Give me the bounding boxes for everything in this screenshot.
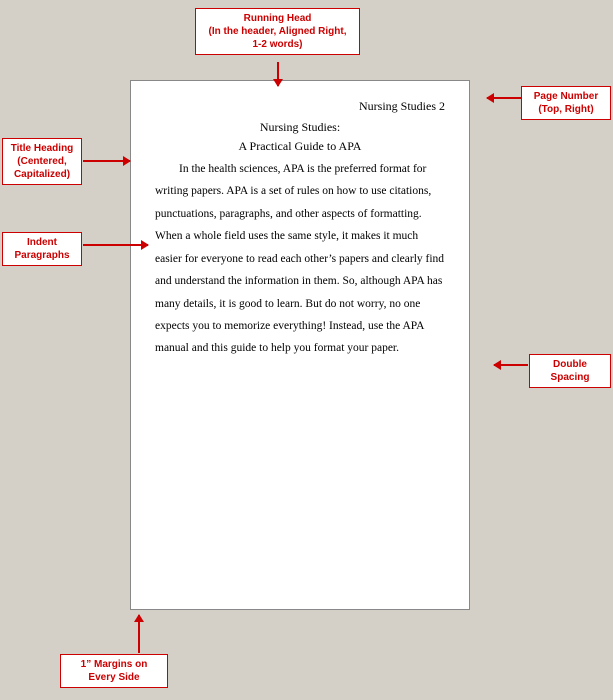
subtitle-text: A Practical Guide to APA	[239, 139, 362, 153]
indent-arrow	[83, 244, 148, 246]
document-page: Nursing Studies 2 Nursing Studies: A Pra…	[130, 80, 470, 610]
indent-label: IndentParagraphs	[2, 232, 82, 266]
body-text: In the health sciences, APA is the prefe…	[155, 158, 445, 360]
double-spacing-label: DoubleSpacing	[529, 354, 611, 388]
page-number-arrow	[487, 97, 521, 99]
title-heading-label: Title Heading(Centered,Capitalized)	[2, 138, 82, 185]
margins-arrow	[138, 615, 140, 653]
header-text: Nursing Studies 2	[359, 99, 445, 114]
title-text: Nursing Studies:	[260, 120, 340, 134]
page-number-label: Page Number(Top, Right)	[521, 86, 611, 120]
running-head-arrow	[277, 62, 279, 86]
running-head-label: Running Head(In the header, Aligned Righ…	[195, 8, 360, 55]
margins-label: 1” Margins onEvery Side	[60, 654, 168, 688]
double-spacing-arrow	[494, 364, 528, 366]
page-header: Nursing Studies 2	[155, 99, 445, 114]
body-paragraph: In the health sciences, APA is the prefe…	[155, 158, 445, 360]
page-content: Nursing Studies 2 Nursing Studies: A Pra…	[131, 81, 469, 609]
subtitle-line: A Practical Guide to APA	[155, 139, 445, 154]
title-line: Nursing Studies:	[155, 120, 445, 135]
title-heading-arrow	[83, 160, 130, 162]
